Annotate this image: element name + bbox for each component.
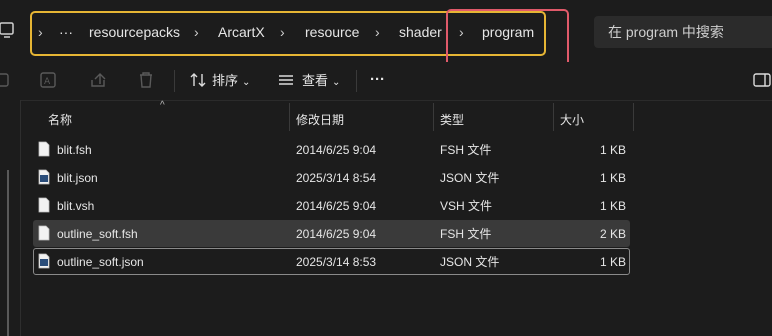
this-pc-icon[interactable] <box>0 20 14 42</box>
column-header-modified[interactable]: 修改日期 <box>296 110 344 130</box>
file-size: 1 KB <box>599 143 626 157</box>
column-divider[interactable] <box>633 103 634 131</box>
file-type: FSH 文件 <box>440 227 492 241</box>
breadcrumb-resourcepacks[interactable]: resourcepacks <box>89 24 180 40</box>
column-header-type[interactable]: 类型 <box>440 110 464 130</box>
delete-icon[interactable] <box>136 70 156 90</box>
navigation-pane <box>0 100 21 336</box>
more-options-button[interactable]: ··· <box>370 72 385 88</box>
chevron-right-icon: › <box>38 24 43 40</box>
chevron-right-icon[interactable]: › <box>375 24 380 40</box>
file-type: JSON 文件 <box>440 171 500 185</box>
toolbar-divider <box>356 70 357 92</box>
view-icon[interactable] <box>276 70 296 90</box>
file-modified: 2025/3/14 8:54 <box>296 171 377 185</box>
chevron-right-icon[interactable]: › <box>194 24 199 40</box>
chevron-down-icon: ⌄ <box>242 77 251 88</box>
view-button[interactable]: 查看 <box>302 73 328 89</box>
file-name[interactable]: blit.fsh <box>57 142 92 158</box>
file-name[interactable]: outline_soft.fsh <box>57 226 138 242</box>
breadcrumb-shader[interactable]: shader <box>399 24 442 40</box>
file-size: 2 KB <box>599 227 626 241</box>
file-name[interactable]: blit.vsh <box>57 198 94 214</box>
file-size: 1 KB <box>599 255 626 269</box>
chevron-right-icon[interactable]: › <box>459 24 464 40</box>
breadcrumb-program[interactable]: program <box>482 24 534 40</box>
file-size: 1 KB <box>599 171 626 185</box>
chevron-right-icon[interactable]: › <box>280 24 285 40</box>
sort-button[interactable]: 排序 <box>212 73 238 89</box>
command-bar <box>0 62 772 101</box>
file-modified: 2014/6/25 9:04 <box>296 143 377 157</box>
chevron-down-icon: ⌄ <box>332 77 341 88</box>
toolbar-divider <box>174 70 175 92</box>
sort-icon[interactable] <box>188 70 208 90</box>
file-modified: 2025/3/14 8:53 <box>296 255 377 269</box>
column-divider[interactable] <box>433 103 434 131</box>
file-modified: 2014/6/25 9:04 <box>296 199 377 213</box>
column-divider[interactable] <box>289 103 290 131</box>
file-type: FSH 文件 <box>440 143 492 157</box>
doc-icon <box>38 225 50 241</box>
file-modified: 2014/6/25 9:04 <box>296 227 377 241</box>
doc-icon <box>38 141 50 157</box>
details-pane-icon[interactable] <box>752 70 772 90</box>
sort-ascending-icon: ^ <box>160 100 165 111</box>
breadcrumb-overflow[interactable]: ··· <box>59 24 73 40</box>
json-icon <box>38 169 50 185</box>
breadcrumb-arcartx[interactable]: ArcartX <box>218 24 265 40</box>
svg-text:A: A <box>44 77 51 87</box>
file-size: 1 KB <box>599 199 626 213</box>
copy-icon[interactable] <box>0 70 20 90</box>
doc-icon <box>38 197 50 213</box>
search-input[interactable]: 在 program 中搜索 <box>594 16 772 48</box>
share-icon[interactable] <box>88 70 108 90</box>
breadcrumb-resource[interactable]: resource <box>305 24 359 40</box>
navigation-scrollbar[interactable] <box>7 170 9 336</box>
column-header-size[interactable]: 大小 <box>560 110 584 130</box>
json-icon <box>38 253 50 269</box>
rename-icon[interactable]: A <box>39 70 59 90</box>
file-name[interactable]: outline_soft.json <box>57 254 144 270</box>
column-header-name[interactable]: 名称 <box>48 110 72 130</box>
column-divider[interactable] <box>553 103 554 131</box>
file-type: VSH 文件 <box>440 199 493 213</box>
file-name[interactable]: blit.json <box>57 170 98 186</box>
file-type: JSON 文件 <box>440 255 500 269</box>
